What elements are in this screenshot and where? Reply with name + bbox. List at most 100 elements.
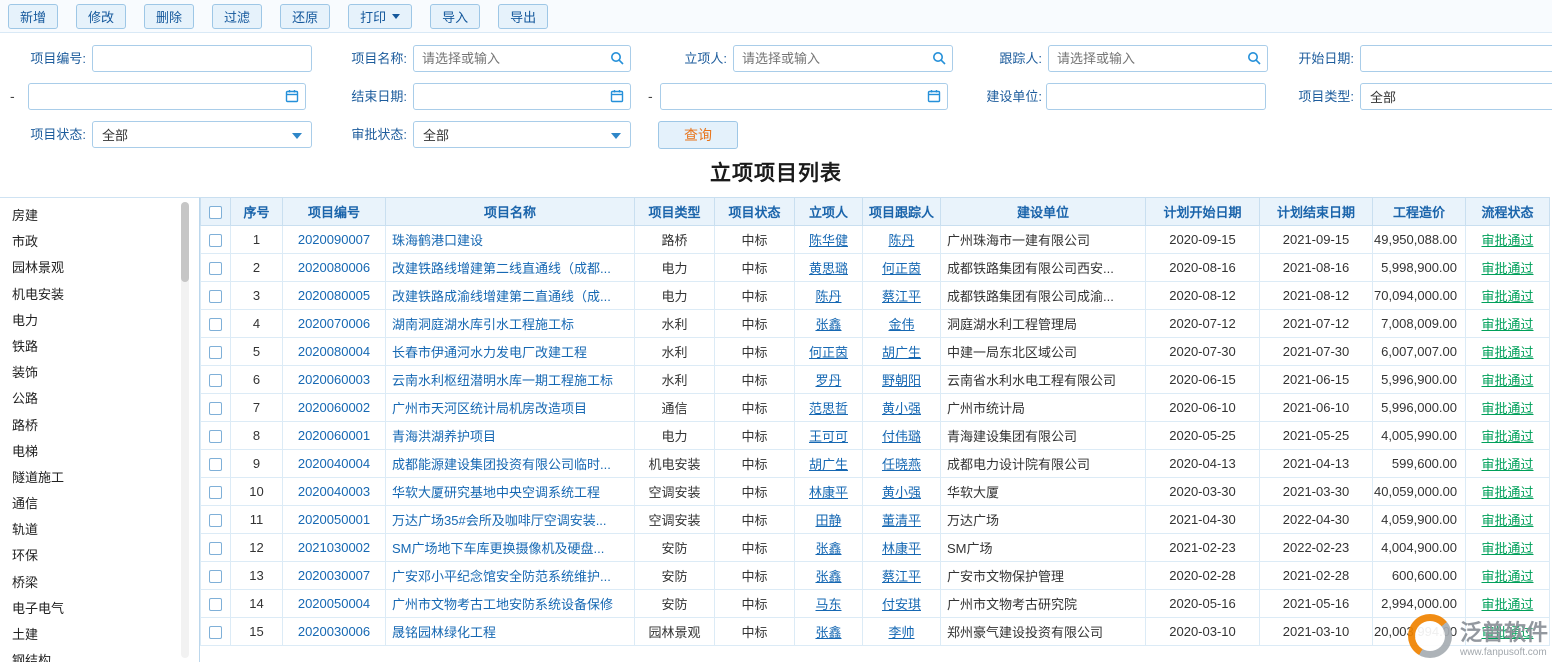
cell-initiator[interactable]: 张鑫 [795, 562, 863, 590]
cell-flow[interactable]: 审批通过 [1466, 422, 1550, 450]
cell-code[interactable]: 2020030006 [283, 618, 386, 646]
column-header[interactable]: 计划开始日期 [1146, 198, 1260, 226]
cell-name[interactable]: 华软大厦研究基地中央空调系统工程 [386, 478, 635, 506]
sidebar-item[interactable]: 轨道 [0, 517, 199, 543]
cell-tracker[interactable]: 野朝阳 [863, 366, 941, 394]
calendar-icon[interactable] [285, 89, 299, 103]
sidebar-item[interactable]: 房建 [0, 203, 199, 229]
cell-tracker[interactable]: 董清平 [863, 506, 941, 534]
query-button[interactable]: 查询 [658, 121, 738, 149]
cell-flow[interactable]: 审批通过 [1466, 366, 1550, 394]
sidebar-item[interactable]: 市政 [0, 229, 199, 255]
add-button[interactable]: 新增 [8, 4, 58, 29]
project-name-input[interactable] [413, 45, 631, 72]
cell-name[interactable]: 改建铁路线增建第二线直通线（成都... [386, 254, 635, 282]
cell-initiator[interactable]: 张鑫 [795, 534, 863, 562]
column-header[interactable]: 工程造价 [1373, 198, 1466, 226]
end-date-to-input[interactable] [660, 83, 948, 110]
cell-code[interactable]: 2020060001 [283, 422, 386, 450]
cell-tracker[interactable]: 蔡江平 [863, 282, 941, 310]
sidebar-item[interactable]: 园林景观 [0, 255, 199, 281]
cell-code[interactable]: 2020030007 [283, 562, 386, 590]
column-header[interactable]: 计划结束日期 [1260, 198, 1373, 226]
project-type-select[interactable]: 全部 [1360, 83, 1552, 110]
cell-name[interactable]: 长春市伊通河水力发电厂改建工程 [386, 338, 635, 366]
cell-tracker[interactable]: 陈丹 [863, 226, 941, 254]
cell-name[interactable]: 青海洪湖养护项目 [386, 422, 635, 450]
cell-tracker[interactable]: 胡广生 [863, 338, 941, 366]
cell-name[interactable]: 广安邓小平纪念馆安全防范系统维护... [386, 562, 635, 590]
cell-initiator[interactable]: 何正茵 [795, 338, 863, 366]
cell-flow[interactable]: 审批通过 [1466, 338, 1550, 366]
cell-initiator[interactable]: 马东 [795, 590, 863, 618]
cell-tracker[interactable]: 黄小强 [863, 478, 941, 506]
column-header[interactable]: 建设单位 [941, 198, 1146, 226]
row-checkbox[interactable] [209, 570, 222, 583]
cell-initiator[interactable]: 王可可 [795, 422, 863, 450]
cell-tracker[interactable]: 金伟 [863, 310, 941, 338]
cell-flow[interactable]: 审批通过 [1466, 562, 1550, 590]
row-checkbox[interactable] [209, 486, 222, 499]
cell-tracker[interactable]: 何正茵 [863, 254, 941, 282]
row-checkbox[interactable] [209, 458, 222, 471]
cell-tracker[interactable]: 付伟璐 [863, 422, 941, 450]
cell-tracker[interactable]: 任晓燕 [863, 450, 941, 478]
filter-button[interactable]: 过滤 [212, 4, 262, 29]
cell-flow[interactable]: 审批通过 [1466, 450, 1550, 478]
cell-code[interactable]: 2020060003 [283, 366, 386, 394]
delete-button[interactable]: 删除 [144, 4, 194, 29]
cell-tracker[interactable]: 付安琪 [863, 590, 941, 618]
search-icon[interactable] [610, 51, 624, 65]
row-checkbox[interactable] [209, 598, 222, 611]
sidebar-item[interactable]: 电力 [0, 308, 199, 334]
cell-code[interactable]: 2020040004 [283, 450, 386, 478]
cell-flow[interactable]: 审批通过 [1466, 226, 1550, 254]
cell-code[interactable]: 2020050001 [283, 506, 386, 534]
column-header[interactable]: 项目类型 [635, 198, 715, 226]
cell-name[interactable]: 广州市天河区统计局机房改造项目 [386, 394, 635, 422]
calendar-icon[interactable] [927, 89, 941, 103]
restore-button[interactable]: 还原 [280, 4, 330, 29]
cell-code[interactable]: 2020060002 [283, 394, 386, 422]
cell-initiator[interactable]: 胡广生 [795, 450, 863, 478]
sidebar-item[interactable]: 电梯 [0, 439, 199, 465]
row-checkbox[interactable] [209, 514, 222, 527]
cell-flow[interactable]: 审批通过 [1466, 618, 1550, 646]
cell-initiator[interactable]: 黄思璐 [795, 254, 863, 282]
cell-initiator[interactable]: 罗丹 [795, 366, 863, 394]
row-checkbox[interactable] [209, 290, 222, 303]
row-checkbox[interactable] [209, 234, 222, 247]
start-date-to-input[interactable] [28, 83, 306, 110]
column-header[interactable]: 项目编号 [283, 198, 386, 226]
sidebar-item[interactable]: 土建 [0, 622, 199, 648]
end-date-from-input[interactable] [413, 83, 631, 110]
calendar-icon[interactable] [610, 89, 624, 103]
sidebar-item[interactable]: 桥梁 [0, 570, 199, 596]
cell-initiator[interactable]: 张鑫 [795, 618, 863, 646]
column-header[interactable]: 项目名称 [386, 198, 635, 226]
row-checkbox[interactable] [209, 402, 222, 415]
cell-flow[interactable]: 审批通过 [1466, 310, 1550, 338]
cell-tracker[interactable]: 黄小强 [863, 394, 941, 422]
cell-name[interactable]: 云南水利枢纽潜明水库一期工程施工标 [386, 366, 635, 394]
sidebar-item[interactable]: 路桥 [0, 413, 199, 439]
cell-flow[interactable]: 审批通过 [1466, 478, 1550, 506]
search-icon[interactable] [1247, 51, 1261, 65]
cell-initiator[interactable]: 林康平 [795, 478, 863, 506]
cell-tracker[interactable]: 蔡江平 [863, 562, 941, 590]
select-all-checkbox[interactable] [209, 206, 222, 219]
column-header[interactable]: 项目状态 [715, 198, 795, 226]
edit-button[interactable]: 修改 [76, 4, 126, 29]
cell-name[interactable]: 成都能源建设集团投资有限公司临时... [386, 450, 635, 478]
project-code-input[interactable] [92, 45, 312, 72]
column-header[interactable]: 项目跟踪人 [863, 198, 941, 226]
cell-code[interactable]: 2020080004 [283, 338, 386, 366]
start-date-from-input[interactable] [1360, 45, 1552, 72]
cell-name[interactable]: 广州市文物考古工地安防系统设备保修 [386, 590, 635, 618]
sidebar-item[interactable]: 隧道施工 [0, 465, 199, 491]
initiator-input[interactable] [733, 45, 953, 72]
cell-code[interactable]: 2020080005 [283, 282, 386, 310]
cell-tracker[interactable]: 林康平 [863, 534, 941, 562]
cell-initiator[interactable]: 张鑫 [795, 310, 863, 338]
cell-code[interactable]: 2020080006 [283, 254, 386, 282]
